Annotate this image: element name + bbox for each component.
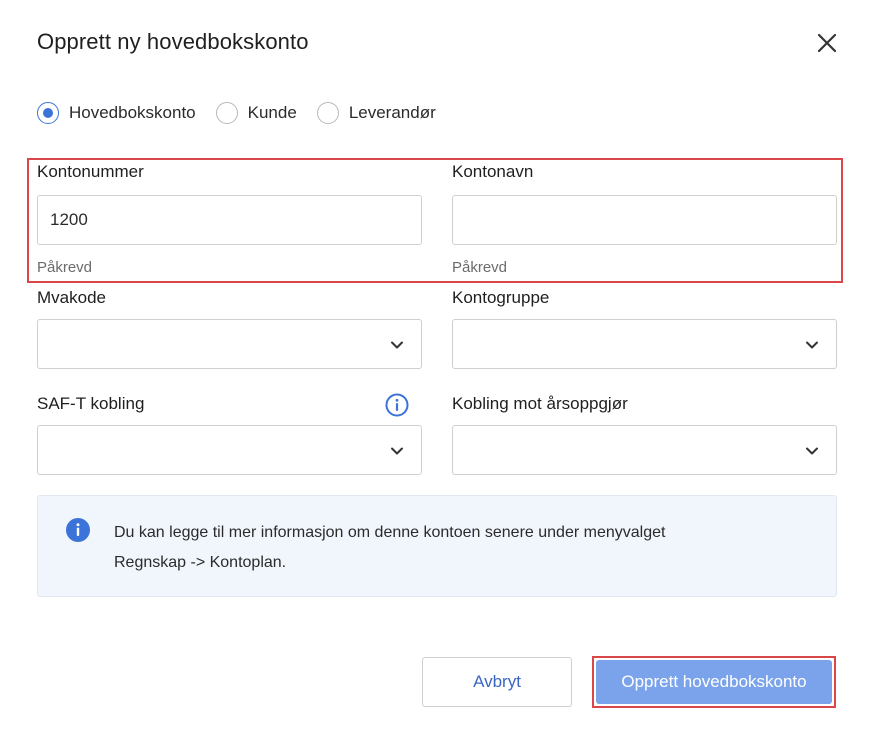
radio-label: Leverandør [348, 103, 436, 122]
arsoppgjor-label: Kobling mot årsoppgjør [452, 394, 628, 413]
mvakode-select[interactable] [37, 319, 422, 369]
saft-label: SAF-T kobling [37, 394, 145, 413]
kontonummer-input[interactable]: 1200 [37, 195, 422, 245]
radio-indicator [215, 102, 238, 124]
info-message-box: Du kan legge til mer informasjon om denn… [37, 495, 837, 597]
cancel-button[interactable]: Avbryt [422, 657, 572, 707]
info-text-line: Du kan legge til mer informasjon om denn… [114, 524, 666, 541]
radio-label: Hovedbokskonto [69, 103, 196, 122]
kontonavn-input[interactable] [452, 195, 837, 245]
chevron-down-icon [391, 341, 403, 349]
create-account-button[interactable]: Opprett hovedbokskonto [596, 660, 832, 704]
info-filled-icon [66, 518, 90, 542]
saft-info-button[interactable] [385, 393, 409, 417]
info-text: Du kan legge til mer informasjon om denn… [114, 518, 814, 578]
kontogruppe-label: Kontogruppe [452, 288, 550, 307]
radio-selected-indicator [37, 102, 59, 124]
chevron-down-icon [391, 447, 403, 455]
arsoppgjor-select[interactable] [452, 425, 837, 475]
radio-leverandor[interactable]: Leverandør [316, 102, 436, 124]
radio-label: Kunde [247, 103, 297, 122]
kontonummer-label: Kontonummer [37, 162, 144, 181]
chevron-down-icon [806, 447, 818, 455]
account-type-radio-group: Hovedbokskonto Kunde Leverandør [37, 100, 456, 126]
radio-indicator [316, 102, 339, 124]
dialog-title: Opprett ny hovedbokskonto [37, 29, 309, 54]
close-icon [817, 33, 837, 53]
chevron-down-icon [806, 341, 818, 349]
kontonavn-hint: Påkrevd [452, 259, 508, 276]
mvakode-label: Mvakode [37, 288, 106, 307]
saft-select[interactable] [37, 425, 422, 475]
radio-kunde[interactable]: Kunde [215, 102, 297, 124]
kontonummer-hint: Påkrevd [37, 259, 93, 276]
info-text-line: Regnskap -> Kontoplan. [114, 554, 287, 571]
create-account-dialog: Opprett ny hovedbokskonto Hovedbokskonto… [0, 0, 876, 734]
kontonavn-label: Kontonavn [452, 162, 534, 181]
submit-button-highlight: Opprett hovedbokskonto [592, 656, 836, 708]
radio-hovedbokskonto[interactable]: Hovedbokskonto [37, 102, 196, 124]
kontogruppe-select[interactable] [452, 319, 837, 369]
close-button[interactable] [812, 28, 842, 58]
info-icon [385, 393, 409, 417]
